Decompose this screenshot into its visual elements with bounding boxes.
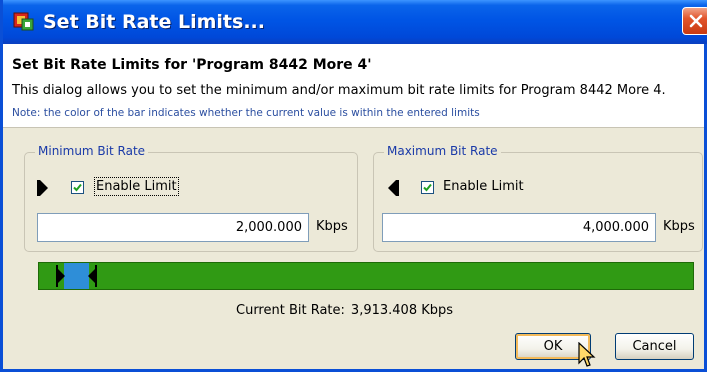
minimum-bit-rate-input[interactable] xyxy=(37,213,309,242)
bar-min-marker-icon[interactable] xyxy=(56,265,66,287)
app-icon xyxy=(13,12,34,31)
min-unit-label: Kbps xyxy=(316,219,348,234)
mouse-cursor-icon xyxy=(578,342,596,367)
minimum-group-legend: Minimum Bit Rate xyxy=(35,144,149,158)
title-bar[interactable]: Set Bit Rate Limits... xyxy=(3,0,707,44)
min-enable-limit-label[interactable]: Enable Limit xyxy=(94,177,179,196)
min-marker-icon xyxy=(37,180,48,196)
checkmark-icon xyxy=(423,183,432,192)
bit-rate-bar xyxy=(38,262,694,290)
current-bit-rate-label: Current Bit Rate: xyxy=(236,303,345,318)
min-enable-limit-checkbox[interactable] xyxy=(71,181,84,194)
dialog-heading: Set Bit Rate Limits for 'Program 8442 Mo… xyxy=(12,57,372,73)
max-unit-label: Kbps xyxy=(663,219,695,234)
close-icon xyxy=(689,14,703,28)
dialog-note: Note: the color of the bar indicates whe… xyxy=(12,107,480,119)
current-bit-rate: Current Bit Rate: 3,913.408 Kbps xyxy=(236,303,453,318)
bar-max-marker-icon[interactable] xyxy=(87,265,97,287)
maximum-group-legend: Maximum Bit Rate xyxy=(384,144,501,158)
limit-range-indicator xyxy=(64,263,89,289)
window-title: Set Bit Rate Limits... xyxy=(43,11,265,33)
current-bit-rate-value: 3,913.408 Kbps xyxy=(350,303,454,318)
close-button[interactable] xyxy=(682,7,707,35)
set-bit-rate-limits-dialog: Set Bit Rate Limits... Set Bit Rate Limi… xyxy=(0,0,707,372)
max-enable-limit-label[interactable]: Enable Limit xyxy=(443,179,524,194)
dialog-header: Set Bit Rate Limits for 'Program 8442 Mo… xyxy=(3,44,704,128)
checkmark-icon xyxy=(73,183,82,192)
max-enable-limit-checkbox[interactable] xyxy=(421,181,434,194)
cancel-button[interactable]: Cancel xyxy=(615,333,694,360)
dialog-description: This dialog allows you to set the minimu… xyxy=(12,83,666,98)
max-marker-icon xyxy=(388,180,399,196)
maximum-bit-rate-input[interactable] xyxy=(382,213,656,242)
